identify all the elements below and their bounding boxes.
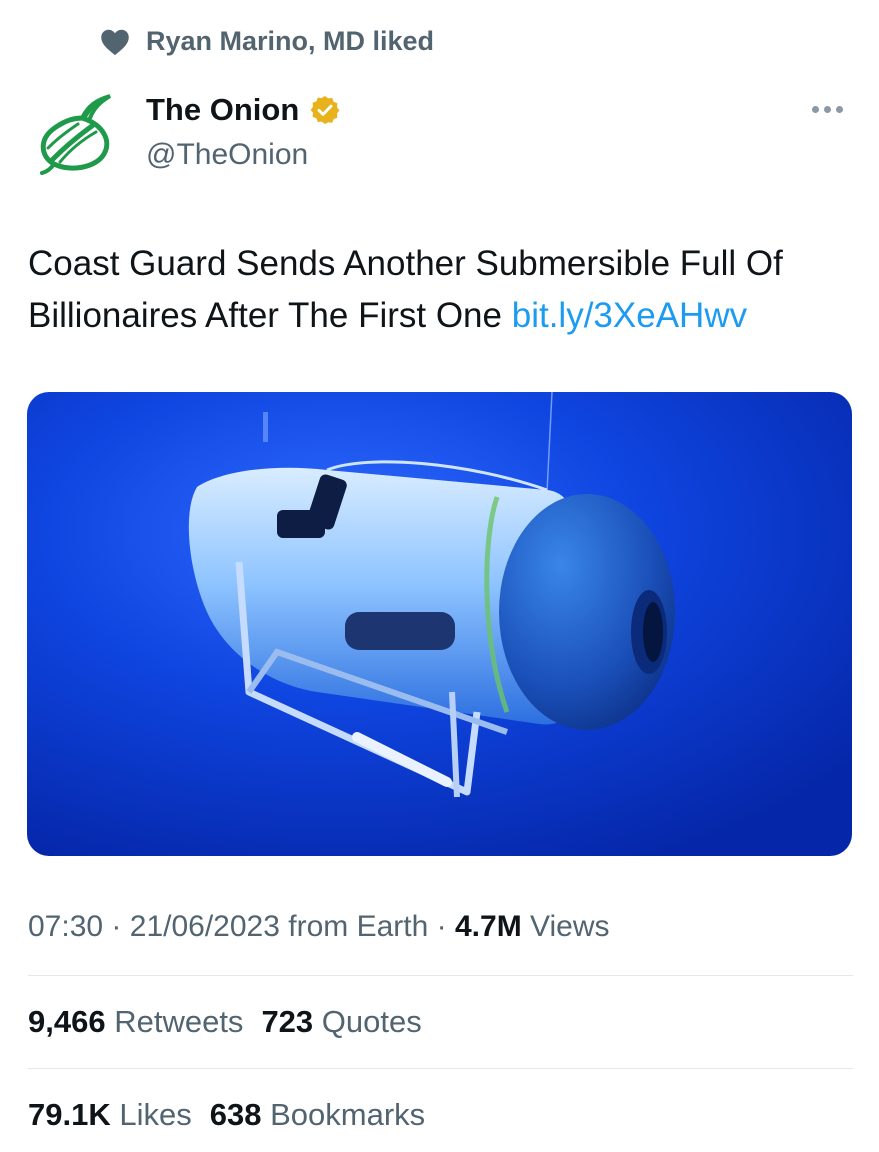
bookmarks-label: Bookmarks [270, 1097, 426, 1132]
more-dot [824, 106, 831, 113]
retweets-stat[interactable]: 9,466 Retweets [28, 1004, 243, 1039]
author-handle[interactable]: @TheOnion [146, 138, 341, 172]
bookmarks-stat[interactable]: 638 Bookmarks [210, 1097, 425, 1132]
views-label: Views [530, 910, 610, 943]
separator: · [111, 910, 122, 943]
divider [28, 975, 853, 976]
submersible-photo [27, 392, 852, 856]
quotes-count: 723 [261, 1004, 314, 1039]
like-bookmark-stats: 79.1K Likes 638 Bookmarks [28, 1097, 425, 1133]
quotes-stat[interactable]: 723 Quotes [261, 1004, 421, 1039]
bookmarks-count: 638 [209, 1097, 262, 1132]
avatar[interactable] [30, 88, 120, 178]
tweet-source: from Earth [288, 910, 429, 943]
likes-label: Likes [119, 1097, 192, 1132]
tweet-text: Coast Guard Sends Another Submersible Fu… [28, 238, 863, 342]
author-name-row: The Onion [146, 92, 341, 128]
gold-verified-badge-icon[interactable] [309, 94, 341, 126]
retweets-count: 9,466 [28, 1004, 106, 1039]
likes-stat[interactable]: 79.1K Likes [28, 1097, 192, 1132]
more-dot [836, 106, 843, 113]
views-count: 4.7M [455, 910, 522, 943]
likes-count: 79.1K [28, 1097, 111, 1132]
onion-logo-icon [40, 94, 112, 175]
tweet-meta: 07:30 · 21/06/2023 from Earth · 4.7M Vie… [28, 910, 610, 944]
more-options-icon[interactable] [812, 106, 843, 113]
tweet-time[interactable]: 07:30 [28, 910, 103, 943]
tweet-detail: Ryan Marino, MD liked The Onion @TheOnio… [0, 0, 879, 1152]
retweet-quote-stats: 9,466 Retweets 723 Quotes [28, 1004, 422, 1040]
tweet-date[interactable]: 21/06/2023 [130, 910, 280, 943]
more-dot [812, 106, 819, 113]
heart-icon [101, 29, 129, 55]
tweet-link[interactable]: bit.ly/3XeAHwv [512, 296, 747, 335]
divider [28, 1068, 853, 1069]
author-block: The Onion @TheOnion [146, 92, 341, 172]
social-context-text[interactable]: Ryan Marino, MD liked [146, 26, 434, 57]
quotes-label: Quotes [321, 1004, 422, 1039]
social-context: Ryan Marino, MD liked [100, 26, 434, 57]
separator: · [436, 910, 447, 943]
tweet-media-image[interactable] [27, 392, 852, 856]
retweets-label: Retweets [114, 1004, 244, 1039]
author-name[interactable]: The Onion [146, 92, 299, 128]
